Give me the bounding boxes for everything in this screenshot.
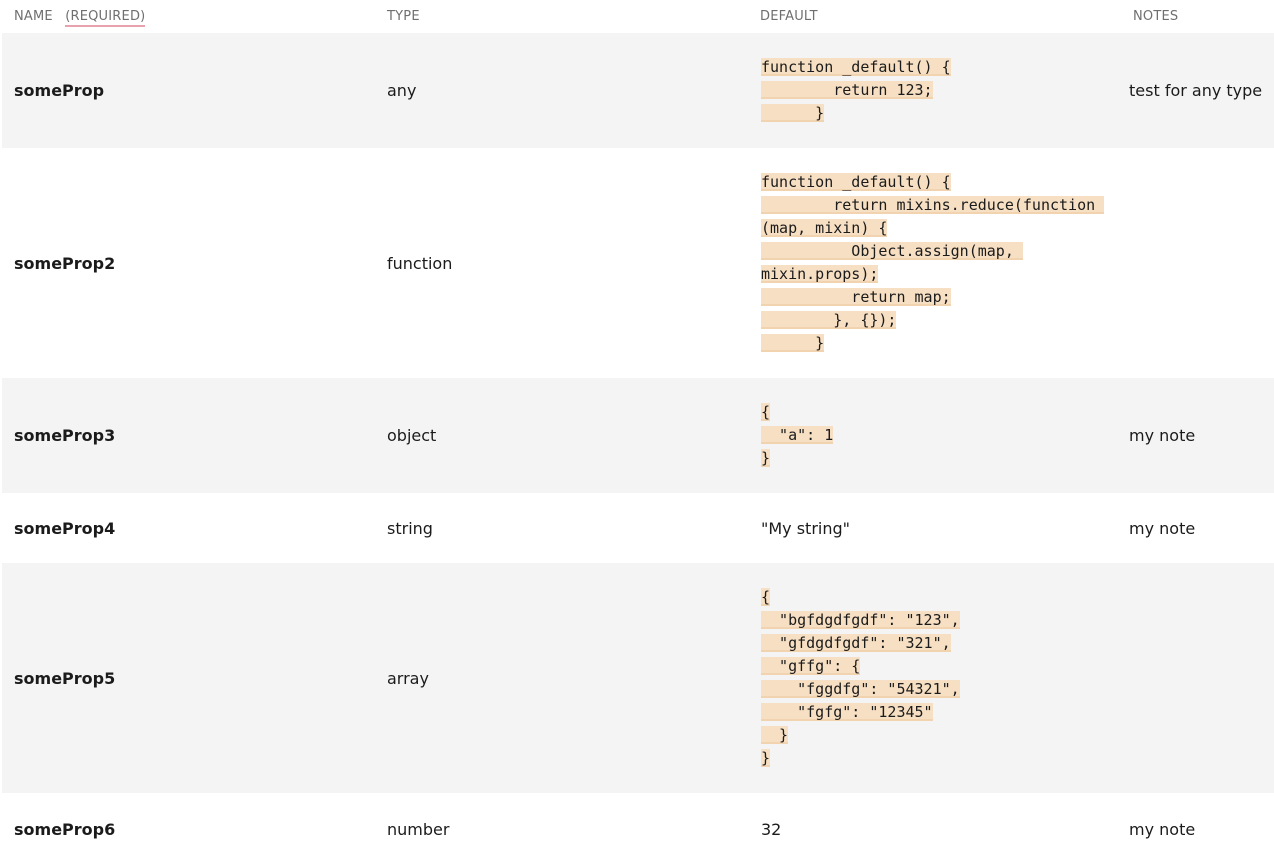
code-line: function _default() { <box>761 173 951 191</box>
prop-name: someProp2 <box>14 253 116 273</box>
prop-default: { "a": 1 } <box>748 378 1121 493</box>
default-code: { "bgfdgdfgdf": "123", "gfdgdfgdf": "321… <box>761 586 1121 770</box>
prop-default: function _default() { return mixins.redu… <box>748 148 1121 378</box>
code-line: Object.assign(map, <box>761 242 1023 260</box>
code-line: "bgfdgdfgdf": "123", <box>761 611 960 629</box>
prop-default: function _default() { return 123; } <box>748 33 1121 148</box>
table-row: someProp any function _default() { retur… <box>2 33 1274 148</box>
code-line: "gfdgdfgdf": "321", <box>761 634 951 652</box>
prop-notes: my note <box>1129 518 1196 538</box>
table-row: someProp6 number 32 my note <box>2 793 1274 865</box>
code-line: "gffg": { <box>761 657 861 675</box>
prop-name: someProp5 <box>14 668 116 688</box>
code-line: } <box>761 749 771 767</box>
prop-default: { "bgfdgdfgdf": "123", "gfdgdfgdf": "321… <box>748 563 1121 793</box>
prop-type: number <box>387 819 450 839</box>
prop-notes: my note <box>1129 819 1196 839</box>
code-line: { <box>761 403 771 421</box>
code-line: "fgfg": "12345" <box>761 703 933 721</box>
header-name-label: NAME <box>14 9 53 24</box>
prop-type: array <box>387 668 429 688</box>
prop-default: "My string" <box>748 493 1121 563</box>
code-line: function _default() { <box>761 58 951 76</box>
code-line: return mixins.reduce(function <box>761 196 1105 214</box>
header-notes: NOTES <box>1133 9 1179 24</box>
prop-name: someProp4 <box>14 518 116 538</box>
default-text: 32 <box>761 819 782 839</box>
prop-notes: test for any type <box>1129 81 1263 100</box>
code-line: return map; <box>761 288 951 306</box>
prop-notes <box>1121 563 1274 793</box>
prop-name: someProp3 <box>14 426 116 445</box>
code-line: }, {}); <box>761 311 897 329</box>
prop-notes: my note <box>1129 426 1196 445</box>
header-type: TYPE <box>387 9 420 24</box>
code-line: } <box>761 726 789 744</box>
header-default: DEFAULT <box>760 9 818 24</box>
default-text: "My string" <box>761 518 851 538</box>
prop-name: someProp6 <box>14 819 116 839</box>
props-table: NAME (REQUIRED) TYPE DEFAULT NOTES someP… <box>2 0 1274 865</box>
header-required-label: (REQUIRED) <box>65 9 146 27</box>
prop-type: any <box>387 81 417 100</box>
code-line: mixin.props); <box>761 265 879 283</box>
prop-notes <box>1121 148 1274 378</box>
header-name: NAME (REQUIRED) <box>2 0 375 33</box>
code-line: } <box>761 449 771 467</box>
table-row: someProp3 object { "a": 1 } my note <box>2 378 1274 493</box>
table-header: NAME (REQUIRED) TYPE DEFAULT NOTES <box>2 0 1274 33</box>
prop-type: object <box>387 426 437 445</box>
default-code: { "a": 1 } <box>761 401 1121 470</box>
table-row: someProp4 string "My string" my note <box>2 493 1274 563</box>
prop-type: string <box>387 518 433 538</box>
prop-default: 32 <box>748 793 1121 865</box>
code-line: { <box>761 588 771 606</box>
code-line: } <box>761 334 825 352</box>
table-row: someProp2 function function _default() {… <box>2 148 1274 378</box>
default-code: function _default() { return mixins.redu… <box>761 171 1121 355</box>
code-line: } <box>761 104 825 122</box>
prop-name: someProp <box>14 81 105 100</box>
prop-type: function <box>387 253 453 273</box>
table-row: someProp5 array { "bgfdgdfgdf": "123", "… <box>2 563 1274 793</box>
code-line: "fggdfg": "54321", <box>761 680 960 698</box>
default-code: function _default() { return 123; } <box>761 56 1121 125</box>
code-line: return 123; <box>761 81 933 99</box>
code-line: (map, mixin) { <box>761 219 888 237</box>
code-line: "a": 1 <box>761 426 834 444</box>
